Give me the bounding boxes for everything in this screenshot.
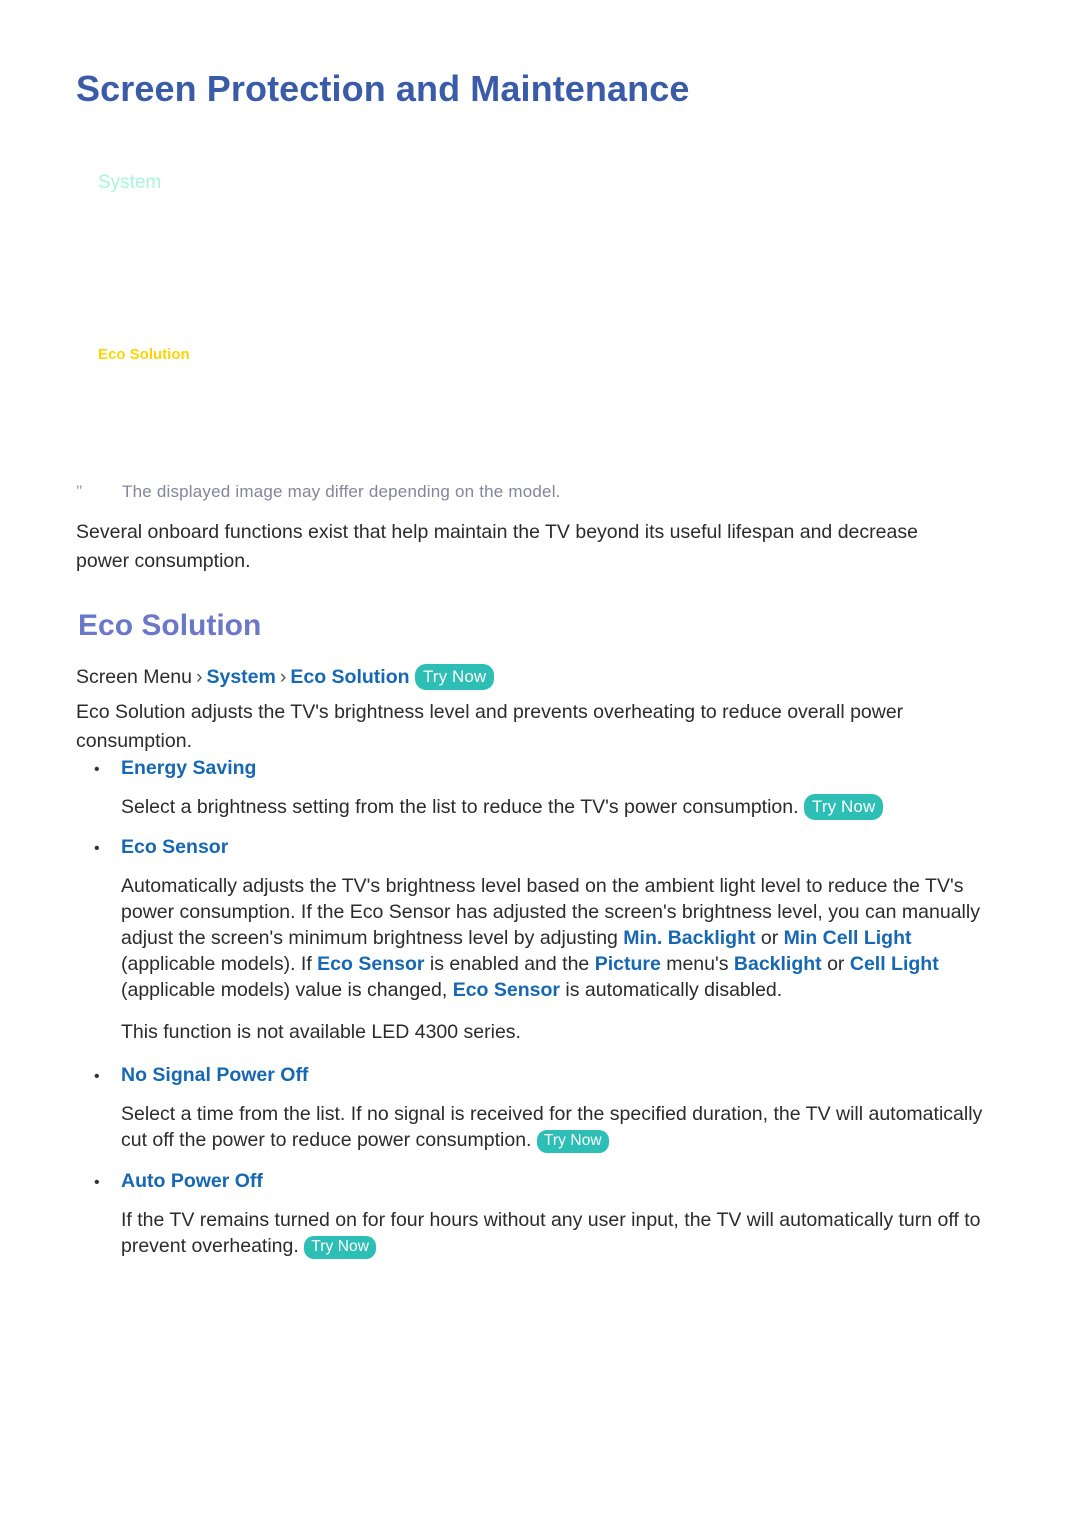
- section-heading-eco-solution: Eco Solution: [78, 609, 262, 642]
- block-auto-power-off: • Auto Power Off If the TV remains turne…: [76, 1168, 1016, 1259]
- bullet-label-no-signal-power-off: No Signal Power Off: [121, 1064, 309, 1086]
- keyword-backlight: Backlight: [733, 953, 822, 975]
- breadcrumb-separator-icon: ›: [195, 666, 203, 688]
- menu-screenshot-illustration: System Eco Solution: [76, 150, 1004, 450]
- bullet-label-eco-sensor: Eco Sensor: [121, 836, 229, 858]
- bullet-label-energy-saving: Energy Saving: [121, 757, 257, 779]
- content-blocks: • Energy Saving Select a brightness sett…: [76, 755, 1016, 1259]
- breadcrumb-link-system[interactable]: System: [206, 666, 275, 688]
- manual-page: Screen Protection and Maintenance System…: [0, 0, 1080, 1527]
- block-body-energy-saving: Select a brightness setting from the lis…: [121, 794, 1006, 820]
- try-now-badge[interactable]: Try Now: [803, 794, 884, 820]
- body-text: or: [821, 953, 850, 975]
- note-marker-icon: ": [76, 483, 83, 500]
- try-now-badge[interactable]: Try Now: [536, 1130, 609, 1153]
- body-text: Select a brightness setting from the lis…: [121, 796, 799, 818]
- intro-paragraph: Several onboard functions exist that hel…: [76, 521, 918, 572]
- body-text: (applicable models). If: [121, 953, 318, 975]
- keyword-eco-sensor: Eco Sensor: [317, 953, 425, 975]
- note-text: The displayed image may differ depending…: [122, 482, 561, 501]
- breadcrumb-prefix: Screen Menu: [76, 666, 192, 688]
- keyword-eco-sensor-2: Eco Sensor: [452, 979, 560, 1001]
- try-now-badge[interactable]: Try Now: [304, 1236, 377, 1259]
- keyword-cell-light: Cell Light: [849, 953, 939, 975]
- bullet-row: • Auto Power Off: [76, 1168, 1016, 1196]
- note-row: " The displayed image may differ dependi…: [76, 481, 1016, 503]
- block-body-eco-sensor: Automatically adjusts the TV's brightnes…: [121, 873, 1006, 1003]
- page-title: Screen Protection and Maintenance: [76, 68, 690, 109]
- body-text: (applicable models) value is changed,: [121, 979, 453, 1001]
- bullet-label-auto-power-off: Auto Power Off: [121, 1170, 263, 1192]
- try-now-badge[interactable]: Try Now: [414, 664, 495, 690]
- keyword-picture: Picture: [594, 953, 661, 975]
- block-body-auto-power-off: If the TV remains turned on for four hou…: [121, 1207, 1006, 1259]
- breadcrumb-separator-icon: ›: [279, 666, 287, 688]
- block-energy-saving: • Energy Saving Select a brightness sett…: [76, 755, 1016, 820]
- keyword-min-cell-light: Min Cell Light: [783, 927, 912, 949]
- bullet-dot-icon: •: [94, 840, 100, 857]
- body-text: is automatically disabled.: [560, 979, 783, 1001]
- body-text: is enabled and the: [424, 953, 595, 975]
- illustration-label-system: System: [98, 172, 162, 193]
- bullet-row: • No Signal Power Off: [76, 1062, 1016, 1090]
- block-note-eco-sensor: This function is not available LED 4300 …: [121, 1021, 521, 1043]
- breadcrumb: Screen Menu › System › Eco Solution Try Now: [76, 663, 495, 691]
- block-body-no-signal-power-off: Select a time from the list. If no signa…: [121, 1101, 1006, 1153]
- bullet-row: • Energy Saving: [76, 755, 1016, 783]
- bullet-dot-icon: •: [94, 1174, 100, 1191]
- bullet-dot-icon: •: [94, 761, 100, 778]
- bullet-dot-icon: •: [94, 1068, 100, 1085]
- body-text: or: [755, 927, 784, 949]
- block-no-signal-power-off: • No Signal Power Off Select a time from…: [76, 1062, 1016, 1153]
- bullet-row: • Eco Sensor: [76, 834, 1016, 862]
- illustration-label-eco-solution: Eco Solution: [98, 346, 190, 363]
- block-eco-sensor: • Eco Sensor Automatically adjusts the T…: [76, 834, 1016, 1045]
- breadcrumb-link-eco-solution[interactable]: Eco Solution: [290, 666, 409, 688]
- body-text: If the TV remains turned on for four hou…: [121, 1209, 981, 1257]
- body-text: menu's: [660, 953, 734, 975]
- section-lead-paragraph: Eco Solution adjusts the TV's brightness…: [76, 701, 904, 752]
- keyword-min-backlight: Min. Backlight: [623, 927, 756, 949]
